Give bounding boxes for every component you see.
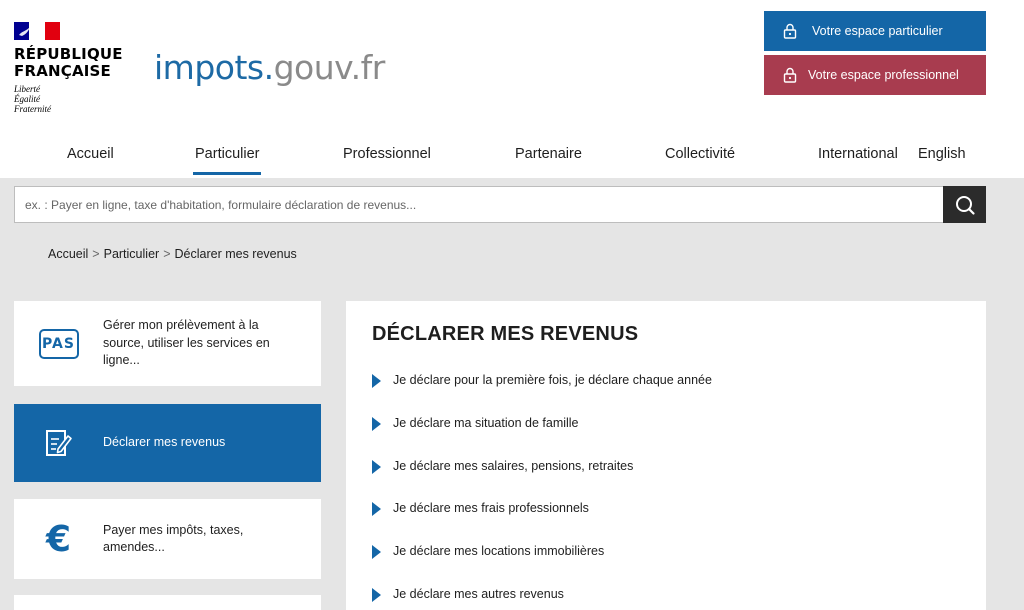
link-label: Je déclare pour la première fois, je déc… [393, 373, 712, 387]
page-title: DÉCLARER MES REVENUS [372, 323, 639, 345]
espace-particulier-label: Votre espace particulier [812, 24, 943, 38]
arrow-right-icon [372, 587, 381, 602]
sidebar-card-label: Déclarer mes revenus [103, 435, 226, 450]
sidebar-card-partial[interactable] [14, 595, 321, 610]
espace-professionnel-label: Votre espace professionnel [808, 68, 959, 82]
sidebar-card-payer[interactable]: € Payer mes impôts, taxes, amendes... [14, 499, 321, 579]
arrow-right-icon [372, 545, 381, 560]
search-input[interactable] [15, 187, 943, 222]
republique-francaise-logo[interactable]: RÉPUBLIQUE FRANÇAISE Liberté Égalité Fra… [14, 22, 123, 114]
breadcrumb-separator: > [92, 247, 100, 261]
espace-particulier-button[interactable]: Votre espace particulier [764, 11, 986, 51]
list-item[interactable]: Je déclare mes autres revenus [372, 587, 712, 610]
breadcrumb-item-current: Déclarer mes revenus [174, 247, 297, 261]
link-label: Je déclare mes salaires, pensions, retra… [393, 458, 634, 473]
main-panel: DÉCLARER MES REVENUS Je déclare pour la … [346, 301, 986, 610]
breadcrumb-separator: > [163, 247, 171, 261]
list-item[interactable]: Je déclare mes salaires, pensions, retra… [372, 459, 712, 502]
sidebar-card-label: Payer mes impôts, taxes, amendes... [103, 522, 244, 555]
arrow-right-icon [372, 374, 381, 388]
search-bar [14, 186, 986, 223]
nav-item-english[interactable]: English [918, 146, 966, 162]
link-label: Je déclare mes autres revenus [393, 586, 564, 601]
content-area: Accueil>Particulier>Déclarer mes revenus… [0, 178, 1024, 610]
nav-item-collectivite[interactable]: Collectivité [665, 146, 735, 162]
nav-item-particulier[interactable]: Particulier [192, 146, 262, 175]
sidebar-card-prelevement[interactable]: PAS Gérer mon prélèvement à la source, u… [14, 301, 321, 386]
arrow-right-icon [372, 459, 381, 474]
link-label: Je déclare mes frais professionnels [393, 501, 589, 516]
site-header: RÉPUBLIQUE FRANÇAISE Liberté Égalité Fra… [0, 0, 1024, 138]
sidebar-card-label: Gérer mon prélèvement à la source, utili… [103, 318, 270, 368]
arrow-right-icon [372, 502, 381, 517]
arrow-right-icon [372, 416, 381, 431]
nav-item-partenaire[interactable]: Partenaire [515, 146, 582, 162]
breadcrumb: Accueil > Particulier > Déclarer mes revenus [48, 247, 297, 261]
espace-professionnel-button[interactable]: Votre espace professionnel [764, 55, 986, 95]
impots-gouv-logo[interactable]: impots.gouv.fr [154, 48, 385, 87]
nav-item-accueil[interactable]: Accueil [67, 146, 114, 162]
list-item[interactable]: Je déclare ma situation de famille [372, 416, 712, 459]
breadcrumb-item-accueil[interactable]: Accueil [48, 247, 88, 261]
link-list: Je déclare pour la première fois, je déc… [372, 373, 712, 610]
search-button[interactable] [943, 186, 986, 223]
flag-icon [14, 22, 60, 40]
link-label: Je déclare mes locations immobilières [393, 544, 605, 559]
lock-icon [783, 23, 797, 39]
lock-icon [783, 67, 797, 83]
republic-motto: Liberté Égalité Fraternité [14, 84, 51, 114]
breadcrumb-item-particulier[interactable]: Particulier [104, 247, 160, 261]
link-label: Je déclare ma situation de famille [393, 415, 579, 430]
pas-icon: PAS [38, 328, 79, 359]
list-item[interactable]: Je déclare mes frais professionnels [372, 501, 712, 544]
list-item[interactable]: Je déclare mes locations immobilières [372, 544, 712, 587]
nav-item-international[interactable]: International [818, 146, 898, 162]
declaration-form-icon [45, 430, 72, 456]
sidebar-card-declarer[interactable]: Déclarer mes revenus [14, 404, 321, 482]
main-navigation: Accueil Particulier Professionnel Parten… [0, 138, 1024, 178]
search-icon [955, 195, 975, 215]
list-item[interactable]: Je déclare pour la première fois, je déc… [372, 373, 712, 416]
euro-icon: € [45, 518, 72, 560]
republique-francaise-title: RÉPUBLIQUE FRANÇAISE [14, 45, 123, 80]
nav-item-professionnel[interactable]: Professionnel [343, 146, 431, 162]
